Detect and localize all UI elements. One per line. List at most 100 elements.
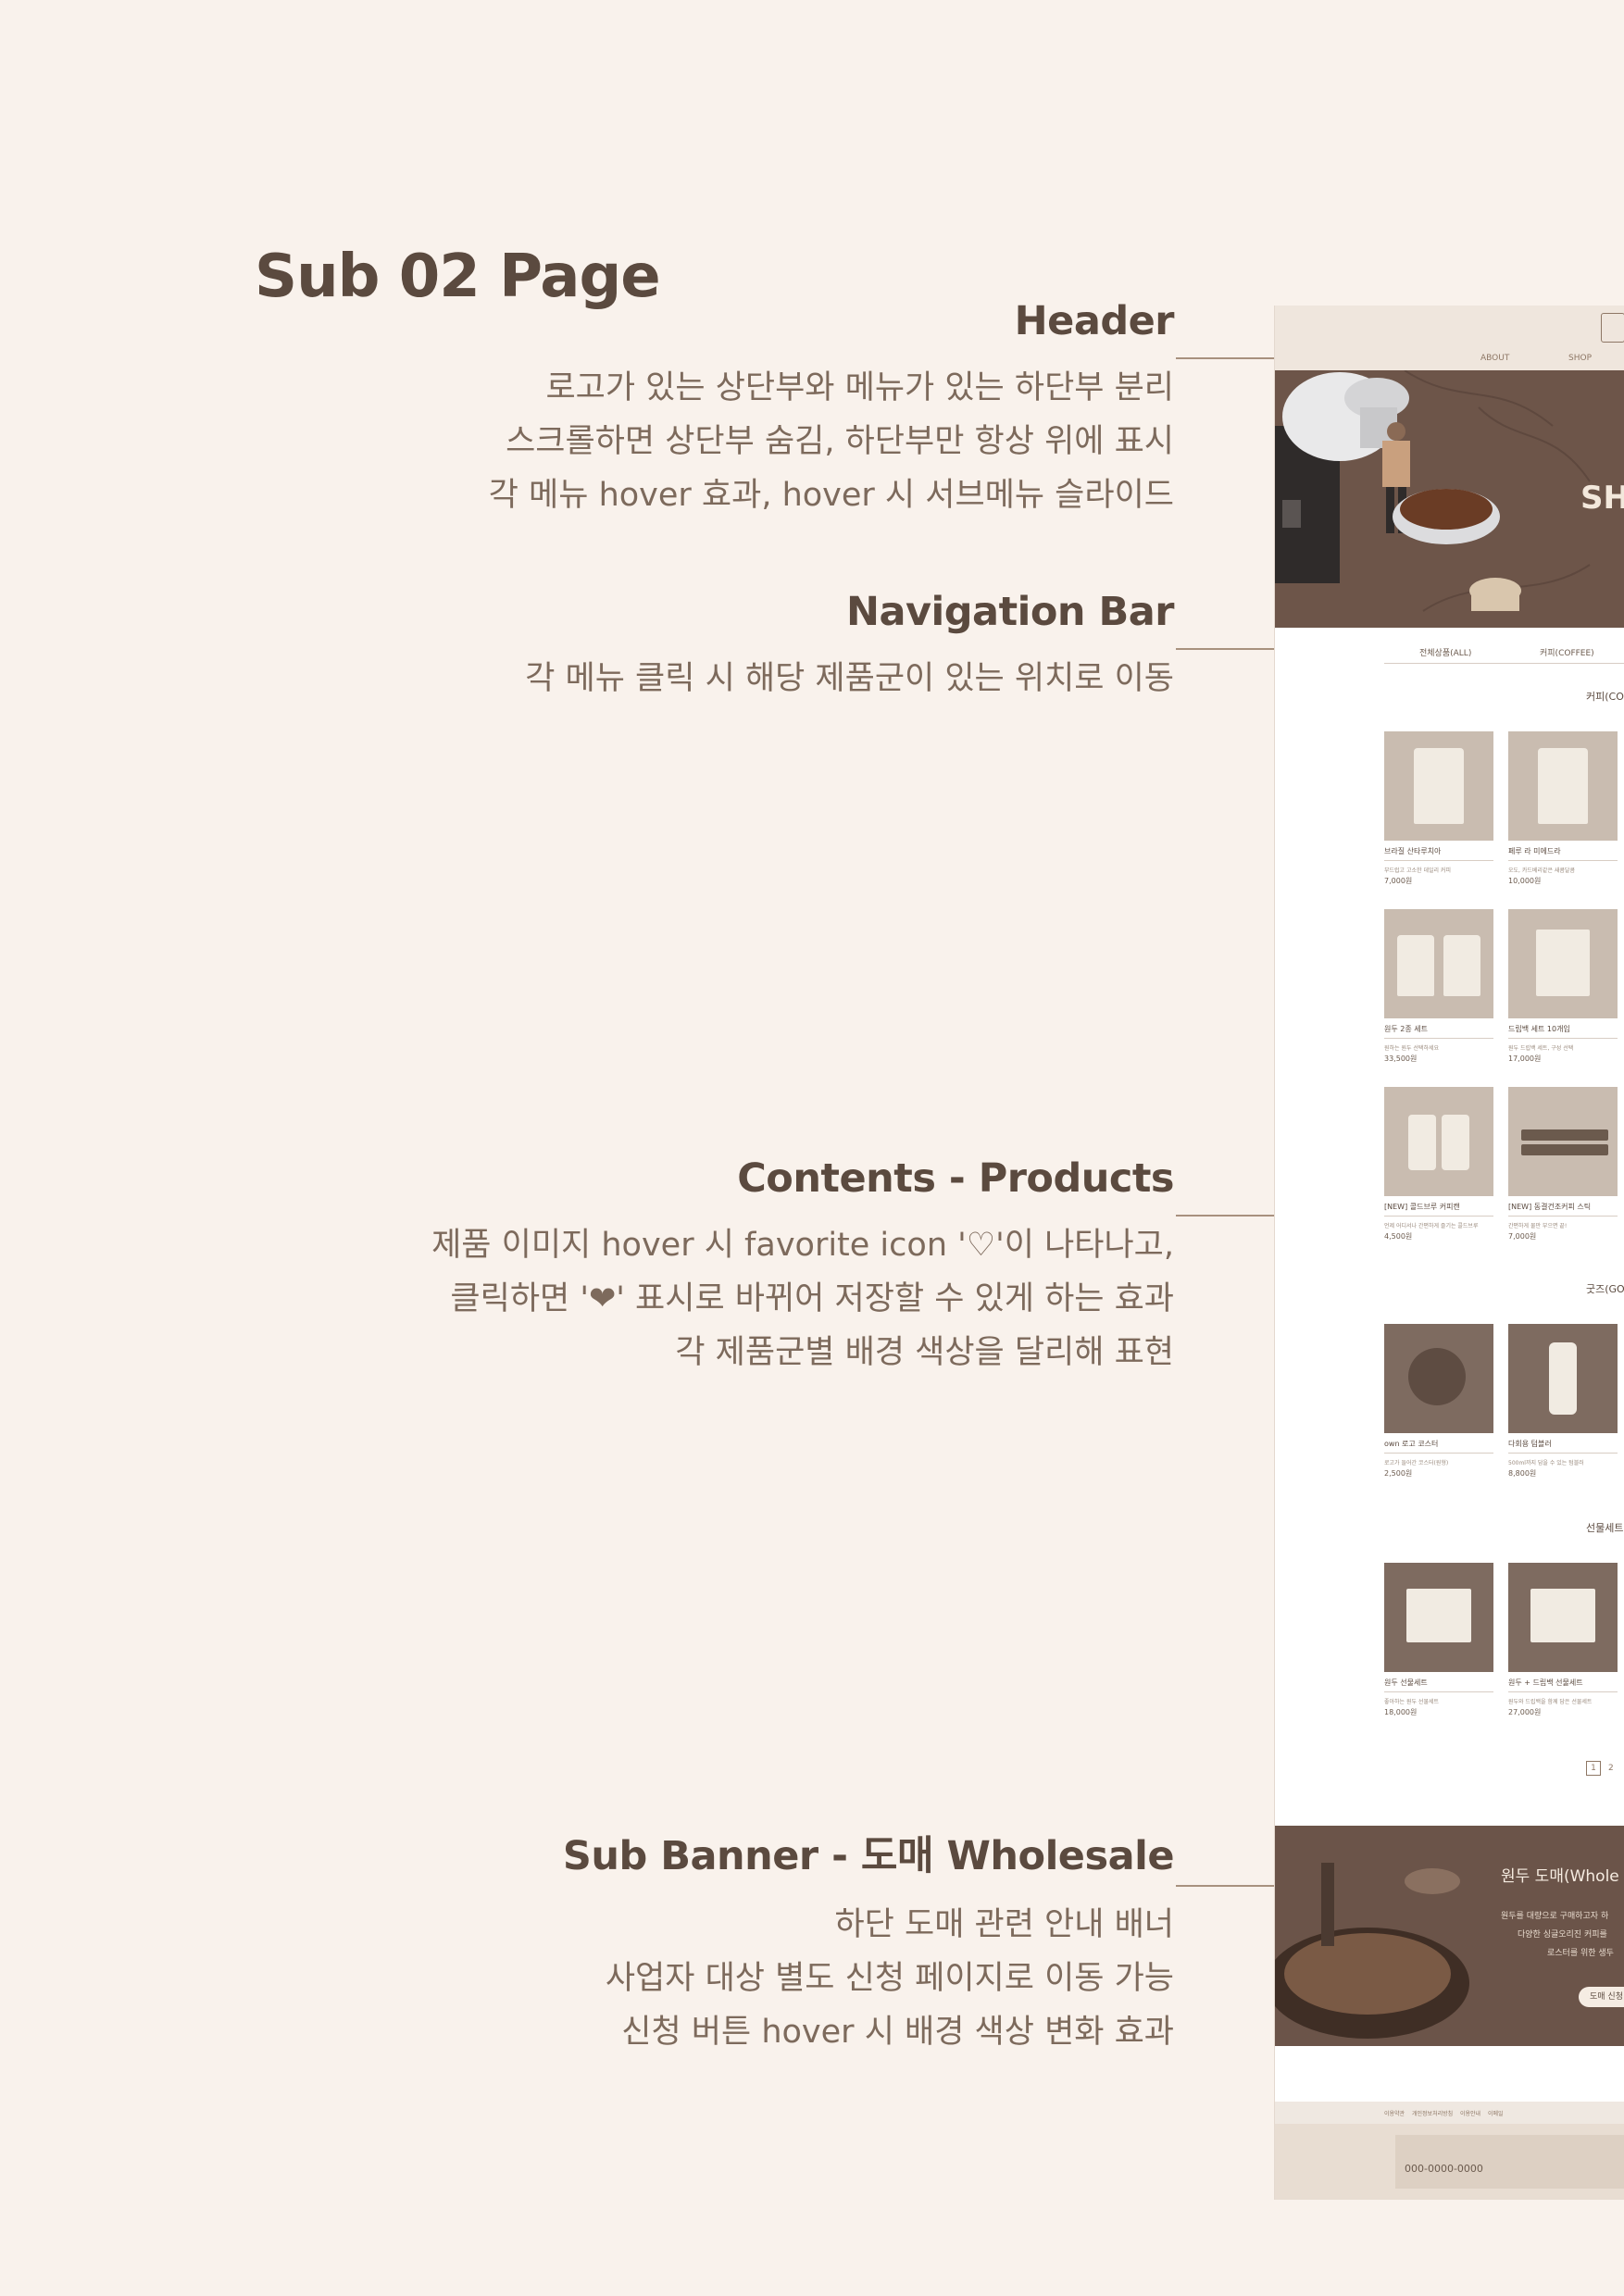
page-mockup: ABOUT SHOP SH 전체상품(ALL) 커피(COFFEE) 커피(CO <box>1274 306 1624 2200</box>
product-price: 4,500원 <box>1384 1232 1413 1241</box>
product-image[interactable] <box>1384 1324 1493 1433</box>
wholesale-text: 다양한 싱글오리진 커피를 <box>1518 1930 1607 1940</box>
product-image[interactable] <box>1384 909 1493 1018</box>
product-name: 원두 2종 세트 <box>1384 1024 1493 1039</box>
annotation-products-line: 제품 이미지 hover 시 favorite icon '♡'이 나타나고, <box>431 1227 1174 1264</box>
annotation-header: Header 로고가 있는 상단부와 메뉴가 있는 하단부 분리 스크롤하면 상… <box>488 298 1175 522</box>
annotation-products-title: Contents - Products <box>737 1155 1174 1202</box>
wholesale-title: 원두 도매(Whole <box>1501 1867 1619 1886</box>
product-price: 18,000원 <box>1384 1708 1418 1716</box>
annotation-wholesale-title: Sub Banner - 도매 Wholesale <box>562 1833 1175 1879</box>
annotation-header-line: 스크롤하면 상단부 숨김, 하단부만 항상 위에 표시 <box>506 423 1174 460</box>
footer-phone: 000-0000-0000 <box>1405 2163 1483 2175</box>
wholesale-banner: 원두 도매(Whole 원두를 대량으로 구매하고자 하 다양한 싱글오리진 커… <box>1275 1826 1624 2046</box>
product-price: 17,000원 <box>1508 1054 1542 1063</box>
annotation-navigation-line: 각 메뉴 클릭 시 해당 제품군이 있는 위치로 이동 <box>525 660 1174 697</box>
product-name: [NEW] 동결건조커피 스틱 <box>1508 1202 1618 1217</box>
product-card[interactable]: 페루 라 미에드라 오도, 카드베리같은 새콤달콤 10,000원 <box>1508 731 1618 886</box>
product-card[interactable]: [NEW] 콜드브루 커피캔 언제 어디서나 간편하게 즐기는 콜드브루 4,5… <box>1384 1087 1493 1242</box>
mockup-header: ABOUT SHOP <box>1275 306 1624 370</box>
product-price: 33,500원 <box>1384 1054 1418 1063</box>
page-button[interactable]: 1 <box>1586 1761 1601 1776</box>
product-desc: 오도, 카드베리같은 새콤달콤 <box>1508 867 1575 874</box>
annotation-header-title: Header <box>1014 298 1175 344</box>
annotation-wholesale-line: 하단 도매 관련 안내 배너 <box>834 1906 1174 1943</box>
product-name: 원두 선물세트 <box>1384 1678 1493 1692</box>
product-desc: 부드럽고 고소한 데일리 커피 <box>1384 867 1451 874</box>
product-image[interactable] <box>1508 1087 1618 1196</box>
product-name: [NEW] 콜드브루 커피캔 <box>1384 1202 1493 1217</box>
section-title-goods: 굿즈(GO <box>1586 1283 1624 1295</box>
product-name: 원두 + 드립백 선물세트 <box>1508 1678 1618 1692</box>
product-desc: 원두 드립백 세트, 구성 선택 <box>1508 1045 1574 1052</box>
product-price: 2,500원 <box>1384 1469 1413 1478</box>
product-name: 드립백 세트 10개입 <box>1508 1024 1618 1039</box>
pagination: 12 <box>1586 1761 1614 1776</box>
product-name: own 로고 코스터 <box>1384 1439 1493 1454</box>
product-desc: 원하는 원두 선택하세요 <box>1384 1045 1440 1052</box>
hero-text: SH <box>1580 480 1624 517</box>
product-image[interactable] <box>1384 1563 1493 1672</box>
connector-line <box>1176 1885 1274 1887</box>
product-desc: 좋아하는 원두 선물세트 <box>1384 1699 1440 1705</box>
product-price: 7,000원 <box>1508 1232 1537 1241</box>
product-desc: 원두와 드립백을 함께 담은 선물세트 <box>1508 1699 1593 1705</box>
footer-link[interactable]: 이메일 <box>1488 2109 1504 2117</box>
footer-link[interactable]: 이용약관 <box>1384 2109 1405 2117</box>
product-name: 브라질 산타루치아 <box>1384 846 1493 861</box>
coffee-roaster-illustration <box>1275 370 1591 612</box>
product-price: 27,000원 <box>1508 1708 1542 1716</box>
product-card[interactable]: 드립백 세트 10개입 원두 드립백 세트, 구성 선택 17,000원 <box>1508 909 1618 1064</box>
footer: 000-0000-0000 <box>1275 2124 1624 2200</box>
product-name: 페루 라 미에드라 <box>1508 846 1618 861</box>
product-desc: 로고가 들어간 코스터(원형) <box>1384 1460 1449 1466</box>
product-name: 다회용 텀블러 <box>1508 1439 1618 1454</box>
product-card[interactable]: 원두 + 드립백 선물세트 원두와 드립백을 함께 담은 선물세트 27,000… <box>1508 1563 1618 1717</box>
product-card[interactable]: 원두 선물세트 좋아하는 원두 선물세트 18,000원 <box>1384 1563 1493 1717</box>
page-button[interactable]: 2 <box>1608 1764 1614 1773</box>
footer-nav: 이용약관 개인정보처리방침 이용안내 이메일 <box>1275 2102 1624 2124</box>
annotation-products-line: 각 제품군별 배경 색상을 달리해 표현 <box>675 1334 1174 1371</box>
wholesale-text: 로스터를 위한 생두 <box>1547 1949 1614 1958</box>
product-price: 10,000원 <box>1508 877 1542 885</box>
product-desc: 간편하게 물만 부으면 끝! <box>1508 1223 1568 1229</box>
wholesale-text: 원두를 대량으로 구매하고자 하 <box>1501 1912 1609 1921</box>
tab-coffee[interactable]: 커피(COFFEE) <box>1540 646 1594 658</box>
annotation-wholesale-line: 사업자 대상 별도 신청 페이지로 이동 가능 <box>605 1960 1174 1997</box>
product-price: 7,000원 <box>1384 877 1413 885</box>
product-image[interactable] <box>1508 731 1618 841</box>
annotation-navigation: Navigation Bar 각 메뉴 클릭 시 해당 제품군이 있는 위치로 … <box>525 589 1174 705</box>
product-card[interactable]: 다회용 텀블러 500ml까지 담을 수 있는 텀블러 8,800원 <box>1508 1324 1618 1479</box>
wholesale-apply-button[interactable]: 도매 신청 <box>1579 1987 1624 2007</box>
section-title-coffee: 커피(CO <box>1586 691 1624 703</box>
product-card[interactable]: 브라질 산타루치아 부드럽고 고소한 데일리 커피 7,000원 <box>1384 731 1493 886</box>
annotation-navigation-title: Navigation Bar <box>846 589 1174 635</box>
product-image[interactable] <box>1508 1324 1618 1433</box>
annotation-wholesale: Sub Banner - 도매 Wholesale 하단 도매 관련 안내 배너… <box>562 1824 1175 2059</box>
category-nav-bar: 전체상품(ALL) 커피(COFFEE) <box>1384 641 1624 664</box>
product-card[interactable]: own 로고 코스터 로고가 들어간 코스터(원형) 2,500원 <box>1384 1324 1493 1479</box>
footer-link[interactable]: 이용안내 <box>1460 2109 1480 2117</box>
footer-info-box <box>1395 2135 1624 2189</box>
tab-all[interactable]: 전체상품(ALL) <box>1419 646 1471 658</box>
product-image[interactable] <box>1384 731 1493 841</box>
product-card[interactable]: 원두 2종 세트 원하는 원두 선택하세요 33,500원 <box>1384 909 1493 1064</box>
product-price: 8,800원 <box>1508 1469 1537 1478</box>
product-card[interactable]: [NEW] 동결건조커피 스틱 간편하게 물만 부으면 끝! 7,000원 <box>1508 1087 1618 1242</box>
annotation-wholesale-line: 신청 버튼 hover 시 배경 색상 변화 효과 <box>621 2014 1174 2051</box>
product-desc: 500ml까지 담을 수 있는 텀블러 <box>1508 1460 1584 1466</box>
annotation-header-line: 로고가 있는 상단부와 메뉴가 있는 하단부 분리 <box>545 369 1174 406</box>
product-desc: 언제 어디서나 간편하게 즐기는 콜드브루 <box>1384 1223 1479 1229</box>
logo[interactable] <box>1601 313 1624 343</box>
product-image[interactable] <box>1508 1563 1618 1672</box>
annotation-products: Contents - Products 제품 이미지 hover 시 favor… <box>431 1155 1174 1379</box>
nav-item-shop[interactable]: SHOP <box>1568 354 1592 363</box>
product-image[interactable] <box>1508 909 1618 1018</box>
section-title-gift: 선물세트 <box>1586 1522 1624 1534</box>
nav-item-about[interactable]: ABOUT <box>1480 354 1509 363</box>
product-image[interactable] <box>1384 1087 1493 1196</box>
hero-banner: SH <box>1275 370 1624 628</box>
annotation-products-line: 클릭하면 '❤' 표시로 바뀌어 저장할 수 있게 하는 효과 <box>450 1280 1174 1317</box>
footer-link[interactable]: 개인정보처리방침 <box>1412 2109 1453 2117</box>
annotation-header-line: 각 메뉴 hover 효과, hover 시 서브메뉴 슬라이드 <box>488 477 1174 514</box>
